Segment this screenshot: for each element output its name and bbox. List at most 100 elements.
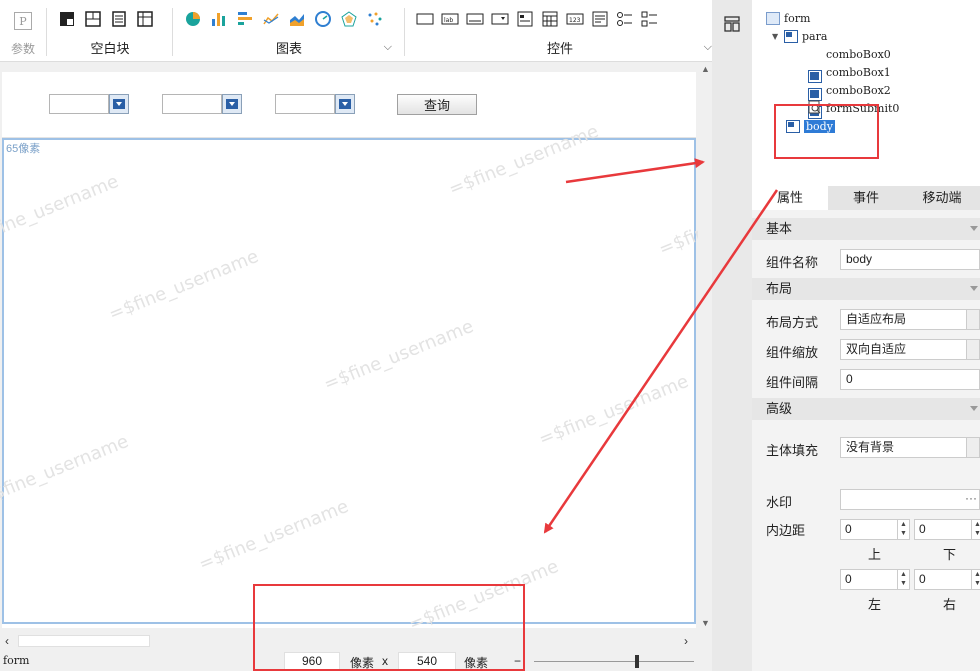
collapse-caret-icon[interactable] <box>970 406 978 411</box>
property-panel: 属性 事件 移动端 基本 组件名称 body 布局 布局方式 自适应布局 组件缩… <box>752 186 980 671</box>
horizontal-bar-icon[interactable] <box>236 10 254 28</box>
padding-left-input[interactable]: 0 ▲ ▼ <box>840 569 910 590</box>
layout-mode-label: 布局方式 <box>766 315 819 330</box>
component-tree-icon[interactable] <box>724 16 740 32</box>
tree-node-combobox2[interactable]: comboBox2 <box>808 82 891 119</box>
padding-right-input[interactable]: 0 ▲ ▼ <box>914 569 980 590</box>
section-advanced[interactable]: 高级 <box>752 398 980 420</box>
combobox-2-dropdown-icon[interactable] <box>335 94 355 114</box>
widget-toolbar: P 参数 空白块 图表 ⌵ lab 123 控件 ⌵ <box>0 0 712 62</box>
spinner-icon[interactable]: ▲ ▼ <box>897 570 909 589</box>
collapse-icon[interactable]: ▼ <box>772 32 780 41</box>
radio-group-icon[interactable] <box>616 10 634 28</box>
line-chart-icon[interactable] <box>262 10 280 28</box>
gauge-chart-icon[interactable] <box>314 10 332 28</box>
area-chart-icon[interactable] <box>288 10 306 28</box>
tree-node-combobox1[interactable]: comboBox1 <box>808 64 891 101</box>
section-basic[interactable]: 基本 <box>752 218 980 240</box>
collapse-caret-icon[interactable] <box>970 226 978 231</box>
watermark-input[interactable]: ··· <box>840 489 980 510</box>
zoom-slider-thumb[interactable] <box>635 655 639 668</box>
component-gap-input[interactable]: 0 <box>840 369 980 390</box>
combobox-1-dropdown-icon[interactable] <box>222 94 242 114</box>
radar-chart-icon[interactable] <box>340 10 358 28</box>
spinner-icon[interactable]: ▲ ▼ <box>897 520 909 539</box>
side-gutter <box>712 0 752 671</box>
spinner-icon[interactable]: ▲ ▼ <box>971 570 980 589</box>
body-block[interactable]: 65像素 =$fine_username =$fine_username =$f… <box>0 121 811 635</box>
component-name-label: 组件名称 <box>766 255 819 270</box>
dropdown-icon[interactable] <box>491 10 509 28</box>
checkbox-group-icon[interactable] <box>641 10 659 28</box>
watermark: =$fine_username <box>535 370 692 451</box>
body-fill-select[interactable]: 没有背景 <box>840 437 980 458</box>
param-group[interactable]: P 参数 <box>0 0 46 62</box>
combobox-1-field[interactable] <box>162 94 222 114</box>
grid-layout-icon[interactable] <box>136 10 154 28</box>
tree-node-label: comboBox2 <box>826 83 891 97</box>
split-layout-icon[interactable] <box>84 10 102 28</box>
component-name-input[interactable]: body <box>840 249 980 270</box>
tab-properties[interactable]: 属性 <box>752 186 828 210</box>
vertical-scrollbar[interactable]: ▲ ▼ <box>698 62 712 632</box>
bar-chart-icon[interactable] <box>210 10 228 28</box>
scatter-chart-icon[interactable] <box>366 10 384 28</box>
date-icon[interactable] <box>541 10 559 28</box>
collapse-caret-icon[interactable] <box>970 286 978 291</box>
tab-mobile[interactable]: 移动端 <box>904 186 980 210</box>
label-icon[interactable]: lab <box>441 10 459 28</box>
number-icon[interactable]: 123 <box>566 10 584 28</box>
section-advanced-label: 高级 <box>766 401 793 416</box>
tab-events[interactable]: 事件 <box>828 186 904 210</box>
tree-node-para[interactable]: ▼ para <box>772 28 827 44</box>
scroll-left-icon[interactable]: ‹ <box>5 634 9 648</box>
design-canvas-area: 查询 65像素 =$fine_username =$fine_username … <box>0 62 811 652</box>
tree-node-form[interactable]: form <box>766 10 810 26</box>
horizontal-scroll-thumb[interactable] <box>18 635 150 647</box>
combobox-2-field[interactable] <box>275 94 335 114</box>
tree-select-icon[interactable] <box>516 10 534 28</box>
section-layout[interactable]: 布局 <box>752 278 980 300</box>
scroll-right-icon[interactable]: › <box>684 634 688 648</box>
tree-node-combobox0[interactable]: comboBox0 <box>808 46 891 83</box>
spinner-icon[interactable]: ▲ ▼ <box>971 520 980 539</box>
layout-mode-select[interactable]: 自适应布局 <box>840 309 980 330</box>
tab-layout-icon[interactable] <box>110 10 128 28</box>
form-canvas[interactable]: 查询 65像素 =$fine_username =$fine_username … <box>0 72 811 635</box>
combobox-0[interactable] <box>49 94 129 114</box>
blank-block-icon[interactable] <box>58 10 76 28</box>
scroll-down-icon[interactable]: ▼ <box>701 618 710 628</box>
top-caption: 上 <box>868 547 882 562</box>
param-icon: P <box>14 12 32 30</box>
query-button[interactable]: 查询 <box>397 94 477 115</box>
padding-bottom-input[interactable]: 0 ▲ ▼ <box>914 519 980 540</box>
bottom-caption: 下 <box>943 547 957 562</box>
watermark: =$fine_username <box>105 245 262 326</box>
chart-expand-icon[interactable]: ⌵ <box>384 41 392 54</box>
more-icon[interactable]: ··· <box>963 490 979 509</box>
watermark: =$fine_username <box>195 495 352 576</box>
body-fill-label: 主体填充 <box>766 443 819 458</box>
right-caption: 右 <box>943 597 957 612</box>
tree-node-label: para <box>802 29 828 43</box>
button-icon[interactable] <box>466 10 484 28</box>
combobox-0-dropdown-icon[interactable] <box>109 94 129 114</box>
textarea-icon[interactable] <box>591 10 609 28</box>
blank-block-group: 空白块 <box>50 0 170 62</box>
annotation-box-tree <box>774 104 879 159</box>
combobox-2[interactable] <box>275 94 355 114</box>
layout-mode-value: 自适应布局 <box>846 312 907 326</box>
watermark-label: 水印 <box>766 495 793 510</box>
widget-label: 控件 <box>546 41 573 56</box>
widget-expand-icon[interactable]: ⌵ <box>704 41 712 54</box>
component-scale-select[interactable]: 双向自适应 <box>840 339 980 360</box>
textbox-icon[interactable] <box>416 10 434 28</box>
svg-text:123: 123 <box>569 17 581 24</box>
svg-text:lab: lab <box>444 17 453 24</box>
pie-chart-icon[interactable] <box>184 10 202 28</box>
combobox-1[interactable] <box>162 94 242 114</box>
padding-top-input[interactable]: 0 ▲ ▼ <box>840 519 910 540</box>
zoom-slider-track[interactable] <box>534 661 694 662</box>
scroll-up-icon[interactable]: ▲ <box>701 64 710 74</box>
combobox-0-field[interactable] <box>49 94 109 114</box>
